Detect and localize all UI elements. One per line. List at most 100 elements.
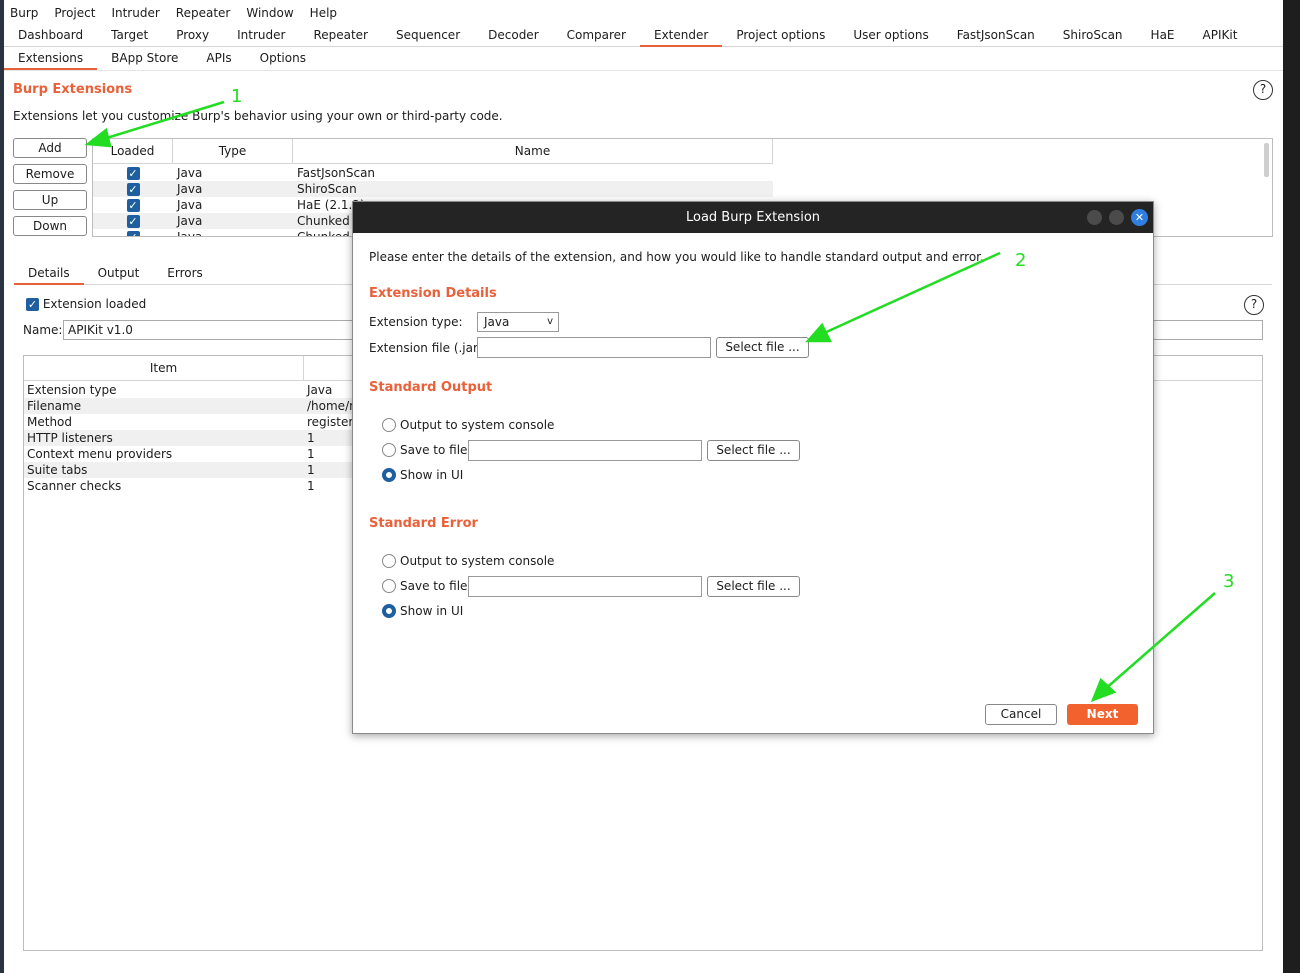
item-key: HTTP listeners <box>27 431 113 445</box>
loaded-checkbox[interactable]: ✓ <box>126 199 140 212</box>
help-icon[interactable]: ? <box>1253 80 1273 100</box>
menu-help[interactable]: Help <box>310 6 337 20</box>
tab-project-options[interactable]: Project options <box>722 24 839 46</box>
help-icon[interactable]: ? <box>1244 295 1264 315</box>
menu-project[interactable]: Project <box>54 6 95 20</box>
down-button[interactable]: Down <box>13 216 87 236</box>
table-row[interactable]: Scanner checks 1 <box>24 478 354 494</box>
dialog-intro: Please enter the details of the extensio… <box>369 250 984 264</box>
output-ui-radio[interactable] <box>382 468 396 482</box>
error-save-label: Save to file: <box>400 579 472 593</box>
tab-target[interactable]: Target <box>97 24 162 46</box>
table-row[interactable]: ✓ Java FastJsonScan <box>93 165 773 181</box>
tab-hae[interactable]: HaE <box>1137 24 1189 46</box>
annotation-number-2: 2 <box>1015 250 1027 271</box>
table-row[interactable]: Filename /home/m <box>24 398 361 414</box>
extension-type-value: Java <box>484 315 510 329</box>
extension-loaded-checkbox[interactable]: ✓ Extension loaded <box>26 297 146 311</box>
standard-error-heading: Standard Error <box>369 516 478 531</box>
output-console-radio[interactable] <box>382 418 396 432</box>
loaded-checkbox[interactable]: ✓ <box>126 215 140 228</box>
error-file-input[interactable] <box>468 576 702 597</box>
tab-shiroscan[interactable]: ShiroScan <box>1049 24 1137 46</box>
tab-details[interactable]: Details <box>14 263 84 285</box>
extension-type-select[interactable]: Java v <box>477 312 559 332</box>
item-value: 1 <box>307 447 315 461</box>
tab-repeater[interactable]: Repeater <box>299 24 382 46</box>
item-value: 1 <box>307 479 315 493</box>
tab-comparer[interactable]: Comparer <box>553 24 640 46</box>
tab-intruder[interactable]: Intruder <box>223 24 299 46</box>
col-loaded[interactable]: Loaded <box>93 139 173 163</box>
tab-decoder[interactable]: Decoder <box>474 24 553 46</box>
row-type: Java <box>177 166 203 180</box>
tab-bapp-store[interactable]: BApp Store <box>97 47 192 70</box>
extender-sub-tabs: Extensions BApp Store APIs Options <box>4 47 1283 71</box>
row-type: Java <box>177 230 203 237</box>
tab-proxy[interactable]: Proxy <box>162 24 223 46</box>
output-save-radio[interactable] <box>382 443 396 457</box>
tab-apis[interactable]: APIs <box>192 47 245 70</box>
table-row[interactable]: HTTP listeners 1 <box>24 430 354 446</box>
load-extension-dialog: Load Burp Extension ✕ Please enter the d… <box>352 201 1154 734</box>
tab-sequencer[interactable]: Sequencer <box>382 24 474 46</box>
tab-apikit[interactable]: APIKit <box>1189 24 1252 46</box>
output-file-input[interactable] <box>468 440 702 461</box>
extension-type-label: Extension type: <box>369 315 463 329</box>
tab-user-options[interactable]: User options <box>839 24 942 46</box>
dialog-title-bar[interactable]: Load Burp Extension ✕ <box>353 202 1153 233</box>
tab-options[interactable]: Options <box>246 47 320 70</box>
error-save-radio[interactable] <box>382 579 396 593</box>
error-ui-radio[interactable] <box>382 604 396 618</box>
maximize-icon[interactable] <box>1109 210 1124 225</box>
tab-extender[interactable]: Extender <box>640 24 723 47</box>
menu-intruder[interactable]: Intruder <box>111 6 159 20</box>
next-button[interactable]: Next <box>1067 704 1138 725</box>
item-key: Context menu providers <box>27 447 173 461</box>
table-row[interactable]: Method registerE <box>24 414 361 430</box>
table-row[interactable]: Suite tabs 1 <box>24 462 354 478</box>
col-name[interactable]: Name <box>293 139 773 163</box>
item-key: Suite tabs <box>27 463 88 477</box>
checkbox-checked-icon[interactable]: ✓ <box>26 298 39 311</box>
output-select-file-button[interactable]: Select file ... <box>707 440 800 461</box>
remove-button[interactable]: Remove <box>13 164 87 184</box>
col-type[interactable]: Type <box>173 139 293 163</box>
row-type: Java <box>177 214 203 228</box>
main-tabs: Dashboard Target Proxy Intruder Repeater… <box>4 24 1283 47</box>
minimize-icon[interactable] <box>1087 210 1102 225</box>
table-scrollbar[interactable] <box>1264 143 1269 177</box>
menu-burp[interactable]: Burp <box>10 6 38 20</box>
table-row[interactable]: ✓ Java ShiroScan <box>93 181 773 197</box>
table-row[interactable]: Extension type Java <box>24 382 354 398</box>
tab-fastjsonscan[interactable]: FastJsonScan <box>943 24 1049 46</box>
cancel-button[interactable]: Cancel <box>985 704 1057 725</box>
tab-dashboard[interactable]: Dashboard <box>4 24 97 46</box>
tab-errors[interactable]: Errors <box>153 263 217 284</box>
loaded-checkbox[interactable]: ✓ <box>126 183 140 196</box>
item-key: Scanner checks <box>27 479 122 493</box>
tab-output[interactable]: Output <box>84 263 154 284</box>
desktop-right-edge <box>1283 0 1300 973</box>
chevron-down-icon: v <box>547 316 553 327</box>
extension-select-file-button[interactable]: Select file ... <box>716 337 809 358</box>
up-button[interactable]: Up <box>13 190 87 210</box>
annotation-number-3: 3 <box>1223 571 1235 592</box>
loaded-checkbox[interactable]: ✓ <box>126 167 140 180</box>
close-icon[interactable]: ✕ <box>1131 209 1148 226</box>
output-ui-label: Show in UI <box>400 468 464 482</box>
menu-repeater[interactable]: Repeater <box>176 6 231 20</box>
loaded-checkbox[interactable]: ✓ <box>126 231 140 236</box>
table-row[interactable]: Context menu providers 1 <box>24 446 354 462</box>
col-item[interactable]: Item <box>24 356 304 381</box>
error-select-file-button[interactable]: Select file ... <box>707 576 800 597</box>
error-console-radio[interactable] <box>382 554 396 568</box>
standard-output-heading: Standard Output <box>369 380 493 395</box>
tab-extensions[interactable]: Extensions <box>4 47 98 70</box>
extension-file-input[interactable] <box>477 337 711 358</box>
add-button[interactable]: Add <box>13 138 87 158</box>
item-value: 1 <box>307 431 315 445</box>
error-console-label: Output to system console <box>400 554 555 568</box>
item-key: Extension type <box>27 383 117 397</box>
menu-window[interactable]: Window <box>246 6 293 20</box>
